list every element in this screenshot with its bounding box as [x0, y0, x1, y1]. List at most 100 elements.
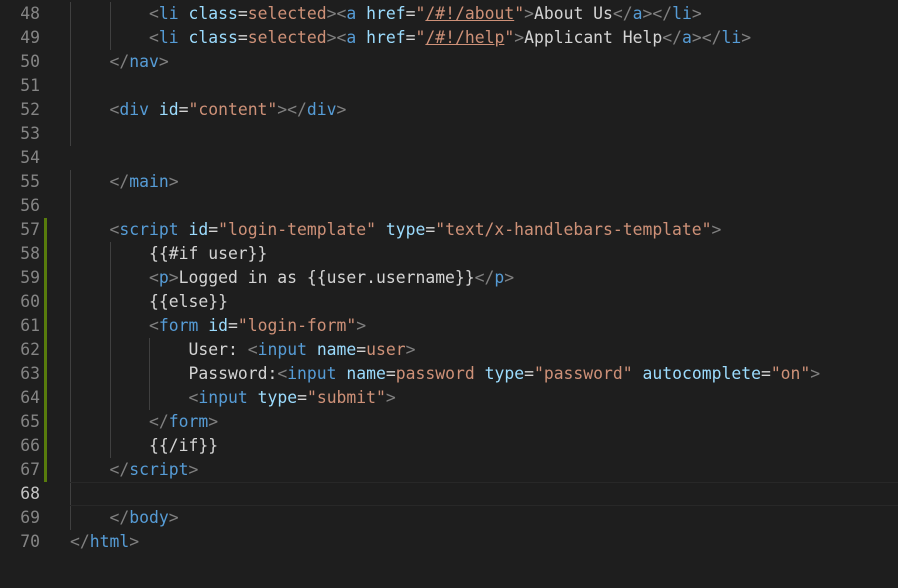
line-number: 52: [20, 100, 40, 119]
code-token: li: [158, 28, 179, 47]
code-line[interactable]: 55 </main>: [0, 170, 898, 194]
code-line[interactable]: 69 </body>: [0, 506, 898, 530]
code-line[interactable]: 53: [0, 122, 898, 146]
code-token: </: [109, 172, 130, 191]
code-token: form: [158, 316, 199, 335]
code-token: input: [287, 364, 337, 383]
code-token: =: [178, 100, 189, 119]
code-line[interactable]: 59 <p>Logged in as {{user.username}}</p>: [0, 266, 898, 290]
code-line[interactable]: 68: [0, 482, 898, 506]
code-token: </: [109, 52, 130, 71]
code-token: selected: [247, 28, 327, 47]
code-line[interactable]: 70 </html>: [0, 530, 898, 554]
code-token: <: [336, 4, 347, 23]
code-token: div: [119, 100, 149, 119]
code-token: user: [366, 340, 406, 359]
code-token: </: [701, 28, 722, 47]
code-token: >: [168, 268, 179, 287]
code-token: type: [385, 220, 426, 239]
code-token: name: [316, 340, 357, 359]
code-line[interactable]: 48 <li class=selected><a href="/#!/about"…: [0, 2, 898, 26]
code-line[interactable]: 49 <li class=selected><a href="/#!/help">…: [0, 26, 898, 50]
code-token: body: [129, 508, 169, 527]
code-line[interactable]: 54: [0, 146, 898, 170]
line-code: </main>: [110, 170, 179, 194]
line-number: 50: [20, 52, 40, 71]
line-code: </body>: [110, 506, 179, 530]
line-number: 67: [20, 460, 40, 479]
modified-line-marker: [44, 458, 47, 482]
modified-line-marker: [44, 362, 47, 386]
code-token: type: [257, 388, 298, 407]
code-token: =: [405, 4, 416, 23]
modified-line-marker: [44, 242, 47, 266]
code-line[interactable]: 67 </script>: [0, 458, 898, 482]
code-token: >: [208, 412, 219, 431]
code-token: >: [168, 172, 179, 191]
line-code: User: <input name=user>: [189, 338, 416, 362]
line-number: 57: [20, 220, 40, 239]
code-token: </: [109, 508, 130, 527]
current-line-highlight: [70, 482, 898, 506]
code-line[interactable]: 65 </form>: [0, 410, 898, 434]
code-token: id: [188, 220, 209, 239]
code-token[interactable]: /#!/about: [425, 4, 514, 23]
modified-line-marker: [44, 338, 47, 362]
code-token: name: [346, 364, 386, 383]
code-token: =: [297, 388, 307, 407]
code-token: id: [158, 100, 179, 119]
code-line[interactable]: 58 {{#if user}}: [0, 242, 898, 266]
line-code: </form>: [149, 410, 218, 434]
code-token: >: [356, 316, 367, 335]
code-token: >: [326, 4, 337, 23]
line-code: <div id="content"></div>: [110, 98, 347, 122]
code-token: <: [188, 388, 199, 407]
code-token: =: [385, 364, 396, 383]
code-line[interactable]: 57 <script id="login-template" type="text…: [0, 218, 898, 242]
line-number: 60: [20, 292, 40, 311]
line-code: <script id="login-template" type="text/x…: [110, 218, 722, 242]
code-token: class: [188, 28, 238, 47]
code-token: Logged in as {{user.username}}: [178, 268, 475, 287]
code-token: >: [385, 388, 396, 407]
line-number: 66: [20, 436, 40, 455]
code-token: =: [227, 316, 238, 335]
code-line[interactable]: 66 {{/if}}: [0, 434, 898, 458]
code-token: div: [306, 100, 337, 119]
line-number: 54: [20, 148, 40, 167]
code-token: html: [89, 532, 130, 551]
code-token[interactable]: /#!/help: [425, 28, 504, 47]
code-token: script: [129, 460, 189, 479]
code-line[interactable]: 51: [0, 74, 898, 98]
code-line[interactable]: 52 <div id="content"></div>: [0, 98, 898, 122]
line-number: 63: [20, 364, 40, 383]
line-code: {{else}}: [149, 290, 228, 314]
code-token: <: [247, 340, 258, 359]
code-line[interactable]: 61 <form id="login-form">: [0, 314, 898, 338]
code-token: "text/x-handlebars-template": [435, 220, 712, 239]
code-line[interactable]: 63 Password:<input name=password type="pa…: [0, 362, 898, 386]
line-code: {{/if}}: [149, 434, 218, 458]
code-line[interactable]: 50 </nav>: [0, 50, 898, 74]
code-editor[interactable]: 48 <li class=selected><a href="/#!/about"…: [0, 0, 898, 588]
code-token: "login-template": [218, 220, 376, 239]
code-token: input: [257, 340, 307, 359]
line-number: 48: [20, 4, 40, 23]
code-token: {{#if user}}: [149, 244, 268, 263]
code-token: =: [237, 4, 248, 23]
code-line[interactable]: 60 {{else}}: [0, 290, 898, 314]
code-token: id: [208, 316, 228, 335]
code-token: form: [168, 412, 209, 431]
code-line[interactable]: 56: [0, 194, 898, 218]
code-token: {{/if}}: [149, 436, 219, 455]
line-code: </nav>: [110, 50, 169, 74]
code-line[interactable]: 64 <input type="submit">: [0, 386, 898, 410]
code-token: >: [277, 100, 288, 119]
code-line[interactable]: 62 User: <input name=user>: [0, 338, 898, 362]
code-token: =: [760, 364, 771, 383]
code-token: </: [109, 460, 130, 479]
line-code: </script>: [110, 458, 199, 482]
